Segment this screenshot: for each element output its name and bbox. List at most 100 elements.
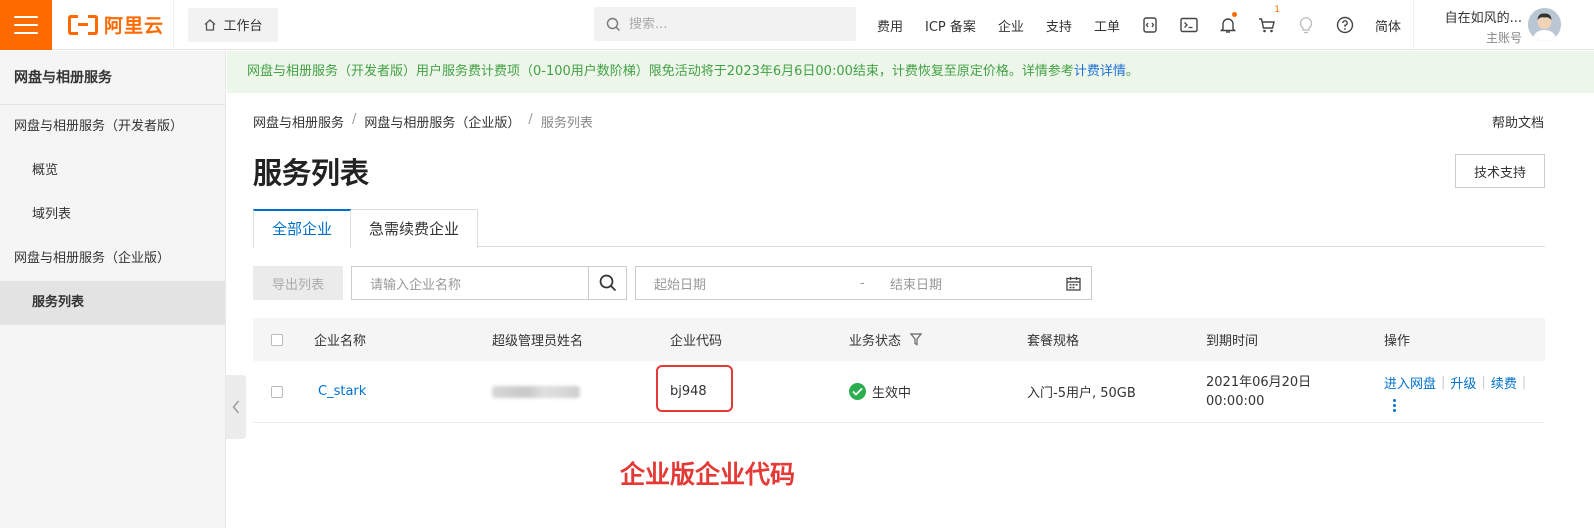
admin-name-blurred — [492, 385, 580, 398]
home-icon — [205, 18, 216, 31]
top-nav-links: 费用 ICP 备案 企业 支持 工单 1 简体 — [866, 0, 1414, 50]
cart-icon — [1259, 17, 1276, 32]
sidebar: 网盘与相册服务 网盘与相册服务（开发者版） 概览 域列表 网盘与相册服务（企业版… — [0, 51, 226, 528]
search-input[interactable] — [629, 16, 829, 32]
search-icon — [599, 274, 616, 292]
account-type: 主账号 — [1485, 31, 1522, 45]
breadcrumb: 网盘与相册服务 / 网盘与相册服务（企业版） / 服务列表 — [253, 112, 593, 131]
aliyun-logo[interactable]: 阿里云 — [52, 0, 174, 50]
cart-button[interactable]: 1 — [1248, 0, 1287, 50]
table-row: C_stark bj948 生效中 入门-5用户, 50GB 2021年06月2… — [253, 361, 1545, 423]
breadcrumb-separator: / — [352, 112, 357, 127]
lightbulb-icon — [1300, 17, 1313, 34]
help-button[interactable] — [1326, 0, 1365, 50]
filter-icon[interactable] — [910, 333, 922, 346]
menu-icon — [14, 15, 38, 34]
breadcrumb-separator: / — [528, 112, 533, 127]
expire-clock: 00:00:00 — [1206, 394, 1265, 409]
header-enterprise-code: 企业代码 — [670, 334, 723, 349]
nav-ticket[interactable]: 工单 — [1083, 16, 1131, 35]
select-all-checkbox[interactable] — [271, 333, 283, 346]
breadcrumb-item-enterprise[interactable]: 网盘与相册服务（企业版） — [364, 112, 520, 131]
plan-spec: 入门-5用户, 50GB — [1027, 386, 1136, 401]
ops-divider: | — [1481, 375, 1486, 390]
global-search[interactable] — [594, 7, 856, 41]
row-checkbox[interactable] — [271, 385, 283, 398]
tab-all-enterprises[interactable]: 全部企业 — [253, 209, 352, 248]
code-icon — [1143, 17, 1158, 33]
annotation-label: 企业版企业代码 — [620, 460, 796, 489]
header-admin-name: 超级管理员姓名 — [492, 334, 584, 349]
terminal-icon-button[interactable] — [1170, 0, 1209, 50]
breadcrumb-item-current: 服务列表 — [540, 116, 593, 131]
logo-text: 阿里云 — [104, 15, 165, 37]
workbench-button[interactable]: 工作台 — [188, 7, 278, 42]
date-range-picker[interactable]: 起始日期 - 结束日期 — [635, 266, 1092, 300]
chevron-left-icon — [232, 400, 240, 414]
account-name: 自在如风的... — [1444, 11, 1522, 26]
check-circle-icon — [849, 383, 866, 400]
tech-support-button[interactable]: 技术支持 — [1455, 154, 1545, 188]
help-doc-link[interactable]: 帮助文档 — [1492, 112, 1544, 131]
enterprise-name-input[interactable]: 请输入企业名称 — [351, 266, 589, 300]
status-text: 生效中 — [872, 386, 912, 401]
header-operations: 操作 — [1384, 334, 1411, 349]
nav-enterprise[interactable]: 企业 — [987, 16, 1035, 35]
row-operations: 进入网盘 | 升级 | 续费 | — [1384, 373, 1531, 392]
lightbulb-button[interactable] — [1287, 0, 1326, 50]
sidebar-group-developer[interactable]: 网盘与相册服务（开发者版） — [0, 105, 225, 149]
enterprise-table: 企业名称 超级管理员姓名 企业代码 业务状态 套餐规格 到期时间 操作 C_st… — [253, 318, 1545, 423]
expire-date: 2021年06月20日 — [1206, 375, 1312, 390]
more-actions-icon[interactable] — [1393, 399, 1397, 414]
ops-divider: | — [1441, 375, 1446, 390]
code-icon-button[interactable] — [1131, 0, 1170, 50]
enterprise-code-highlight — [656, 365, 733, 412]
notification-button[interactable] — [1209, 0, 1248, 50]
language-switch[interactable]: 简体 — [1365, 0, 1414, 50]
notice-banner: 网盘与相册服务（开发者版）用户服务费计费项（0-100用户数阶梯）限免活动将于2… — [227, 51, 1594, 93]
export-list-button[interactable]: 导出列表 — [253, 266, 343, 300]
nav-icp[interactable]: ICP 备案 — [914, 16, 987, 35]
calendar-icon[interactable] — [1066, 276, 1081, 291]
page-title: 服务列表 — [253, 156, 370, 190]
notification-dot — [1231, 12, 1237, 17]
terminal-icon — [1180, 17, 1199, 33]
billing-details-link[interactable]: 计费详情 — [1074, 64, 1126, 79]
sidebar-collapse-handle[interactable] — [226, 375, 246, 439]
aliyun-logo-icon — [68, 14, 98, 35]
sidebar-item-domain-list[interactable]: 域列表 — [0, 193, 225, 237]
ops-divider: | — [1521, 375, 1527, 390]
tab-renewal-needed[interactable]: 急需续费企业 — [351, 209, 479, 248]
cart-count: 1 — [1274, 5, 1280, 15]
help-icon — [1337, 16, 1354, 34]
header-expire-time: 到期时间 — [1206, 334, 1259, 349]
sidebar-group-enterprise[interactable]: 网盘与相册服务（企业版） — [0, 237, 225, 281]
bell-icon — [1220, 18, 1237, 33]
workbench-label: 工作台 — [223, 19, 263, 34]
header-enterprise-name: 企业名称 — [314, 334, 367, 349]
start-date-input[interactable]: 起始日期 — [654, 274, 706, 293]
sidebar-title: 网盘与相册服务 — [0, 51, 225, 105]
upgrade-link[interactable]: 升级 — [1450, 373, 1476, 392]
filter-toolbar: 导出列表 请输入企业名称 起始日期 - 结束日期 — [253, 266, 1092, 300]
sidebar-item-overview[interactable]: 概览 — [0, 149, 225, 193]
breadcrumb-item-service[interactable]: 网盘与相册服务 — [253, 112, 344, 131]
header-plan: 套餐规格 — [1027, 334, 1080, 349]
search-icon — [606, 17, 620, 31]
renew-link[interactable]: 续费 — [1491, 373, 1517, 392]
avatar-icon — [1528, 8, 1561, 41]
enterprise-name-link[interactable]: C_stark — [318, 384, 366, 399]
end-date-input[interactable]: 结束日期 — [890, 274, 942, 293]
nav-billing[interactable]: 费用 — [866, 16, 914, 35]
avatar[interactable] — [1528, 8, 1561, 41]
sidebar-item-service-list[interactable]: 服务列表 — [0, 281, 225, 325]
nav-support[interactable]: 支持 — [1035, 16, 1083, 35]
account-menu[interactable]: 自在如风的... 主账号 — [1432, 7, 1522, 46]
notice-text: 网盘与相册服务（开发者版）用户服务费计费项（0-100用户数阶梯）限免活动将于2… — [247, 64, 1074, 79]
enterprise-search-button[interactable] — [589, 266, 627, 300]
tab-bar: 全部企业 急需续费企业 — [253, 209, 1545, 248]
status-badge: 生效中 — [849, 382, 911, 401]
table-header: 企业名称 超级管理员姓名 企业代码 业务状态 套餐规格 到期时间 操作 — [253, 318, 1545, 361]
enter-drive-link[interactable]: 进入网盘 — [1384, 373, 1436, 392]
hamburger-menu-button[interactable] — [0, 0, 52, 50]
